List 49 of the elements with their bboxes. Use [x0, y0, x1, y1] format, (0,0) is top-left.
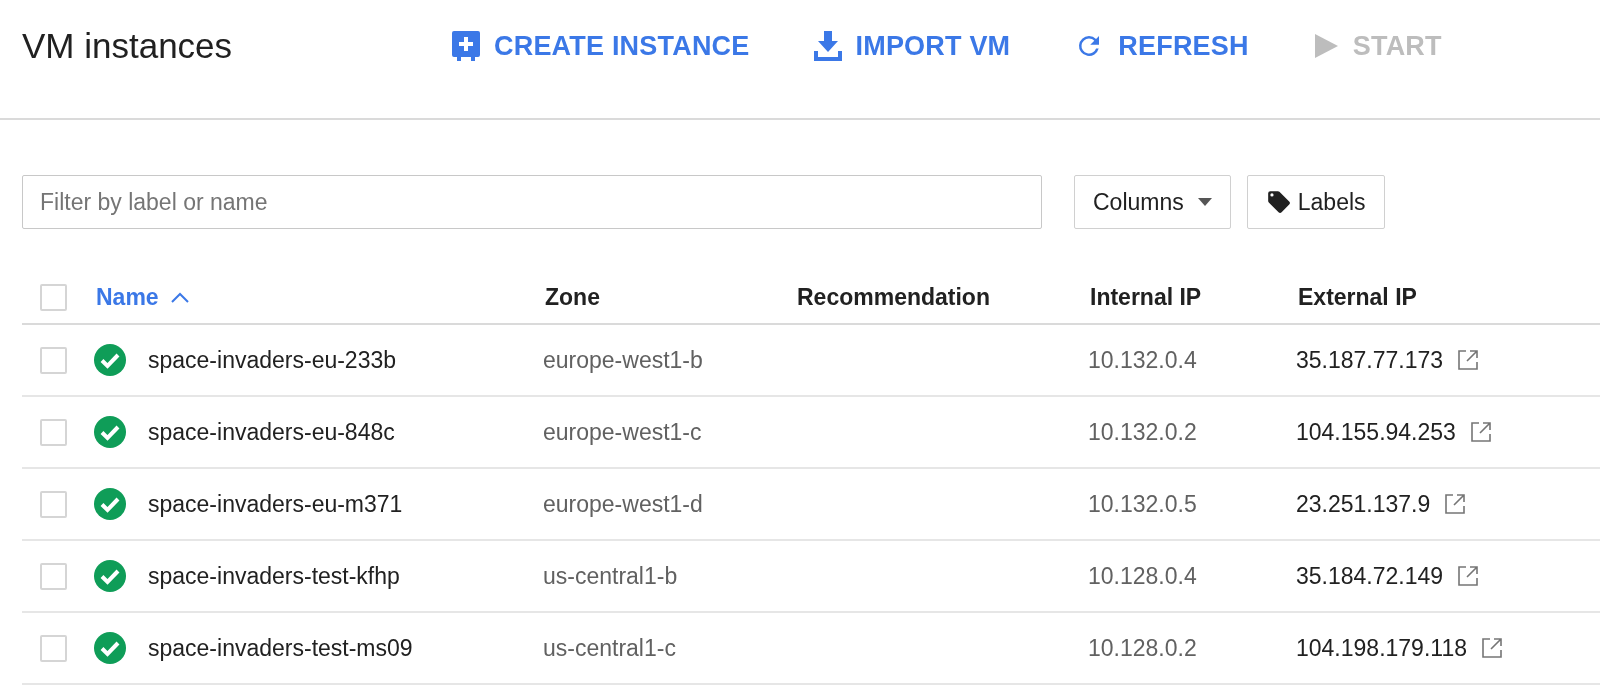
- filter-field[interactable]: Filter by label or name: [22, 175, 1042, 229]
- add-server-icon: [452, 31, 480, 61]
- checkbox[interactable]: [40, 346, 67, 374]
- column-header[interactable]: Internal IP: [1090, 279, 1202, 315]
- table-cell: 10.128.0.2: [1088, 634, 1197, 661]
- instance-name[interactable]: space-invaders-eu-233b: [148, 342, 397, 378]
- toolbar-button[interactable]: IMPORT VM: [813, 25, 1011, 67]
- table-cell: 10.132.0.2: [1088, 418, 1197, 445]
- external-link-icon: [1480, 637, 1503, 659]
- toolbar-button[interactable]: CREATE INSTANCE: [452, 25, 750, 67]
- external-ip-link[interactable]: 104.198.179.118: [1296, 630, 1467, 666]
- table-cell: us-central1-c: [543, 634, 676, 661]
- table-cell: europe-west1-d: [543, 490, 703, 517]
- checkbox[interactable]: [40, 418, 67, 446]
- table-cell: 10.132.0.5: [1088, 490, 1197, 517]
- columns-dropdown[interactable]: Columns: [1074, 175, 1231, 229]
- external-ip-link[interactable]: 35.187.77.173: [1296, 342, 1444, 378]
- play-icon: [1312, 33, 1339, 59]
- table-cell: europe-west1-c: [543, 418, 702, 445]
- column-header[interactable]: Recommendation: [797, 279, 990, 315]
- table-cell: 10.132.0.4: [1088, 346, 1197, 373]
- instance-name[interactable]: space-invaders-eu-848c: [148, 414, 395, 450]
- external-ip-link[interactable]: 23.251.137.9: [1296, 486, 1431, 522]
- column-header[interactable]: External IP: [1298, 279, 1417, 315]
- external-link-icon: [1457, 349, 1480, 371]
- external-link-icon: [1457, 565, 1480, 587]
- tag-icon: [1265, 189, 1292, 215]
- toolbar-button[interactable]: REFRESH: [1074, 25, 1249, 67]
- checkbox[interactable]: [40, 490, 67, 518]
- instance-name[interactable]: space-invaders-test-ms09: [148, 630, 413, 666]
- checkbox[interactable]: [40, 634, 67, 662]
- table-cell: europe-west1-b: [543, 346, 703, 373]
- table-cell: us-central1-b: [543, 562, 678, 589]
- instance-name[interactable]: space-invaders-eu-m371: [148, 486, 403, 522]
- external-link-icon: [1469, 421, 1492, 443]
- labels-button[interactable]: Labels: [1246, 175, 1385, 229]
- checkbox[interactable]: [40, 562, 67, 590]
- download-icon: [813, 31, 842, 61]
- table-cell: 10.128.0.4: [1088, 562, 1197, 589]
- column-header[interactable]: Name: [96, 279, 189, 315]
- page-title: VM instances: [22, 25, 234, 67]
- checkbox[interactable]: [40, 283, 67, 311]
- column-header[interactable]: Zone: [545, 279, 600, 315]
- external-ip-link[interactable]: 35.184.72.149: [1296, 558, 1444, 594]
- instance-name[interactable]: space-invaders-test-kfhp: [148, 558, 400, 594]
- sort-ascending-icon: [170, 291, 189, 303]
- external-link-icon: [1444, 493, 1467, 515]
- external-ip-link[interactable]: 104.155.94.253: [1296, 414, 1456, 450]
- dropdown-caret-icon: [1197, 198, 1212, 206]
